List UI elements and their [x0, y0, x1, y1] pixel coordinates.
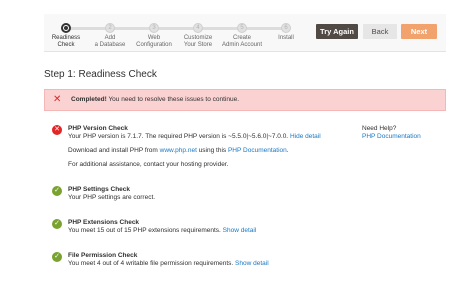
banner-message: Completed! You need to resolve these iss…: [71, 96, 240, 103]
show-detail-link[interactable]: Show detail: [235, 260, 269, 267]
check-download-line: Download and install PHP from www.php.ne…: [68, 147, 289, 154]
php-documentation-link[interactable]: PHP Documentation: [228, 147, 287, 154]
step-dot-icon: 2: [105, 23, 115, 33]
php-net-link[interactable]: www.php.net: [160, 147, 197, 154]
page-title: Step 1: Readiness Check: [44, 69, 157, 80]
success-check-icon: ✓: [52, 186, 62, 196]
error-x-icon: ✕: [53, 94, 62, 105]
step-dot-active-icon: [61, 23, 71, 33]
help-php-documentation-link[interactable]: PHP Documentation: [362, 133, 421, 141]
check-detail: Your PHP settings are correct.: [68, 194, 156, 201]
step-dot-icon: 4: [193, 23, 203, 33]
check-title: PHP Extensions Check: [68, 219, 140, 226]
success-check-icon: ✓: [52, 252, 62, 262]
error-x-icon: ✕: [52, 125, 62, 135]
back-button[interactable]: Back: [363, 24, 397, 39]
try-again-button[interactable]: Try Again: [316, 24, 358, 39]
error-banner: ✕ Completed! You need to resolve these i…: [44, 89, 446, 111]
help-title: Need Help?: [362, 125, 397, 132]
check-detail: You meet 15 out of 15 PHP extensions req…: [68, 227, 257, 234]
step-dot-icon: 6: [281, 23, 291, 33]
step-dot-icon: 5: [237, 23, 247, 33]
step-label: Install: [278, 35, 294, 41]
hide-detail-link[interactable]: Hide detail: [290, 133, 321, 140]
step-dot-icon: 3: [149, 23, 159, 33]
check-title: PHP Settings Check: [68, 186, 131, 193]
check-detail: Your PHP version is 7.1.7. The required …: [68, 133, 321, 140]
success-check-icon: ✓: [52, 219, 62, 229]
next-button[interactable]: Next: [401, 24, 437, 39]
need-help-panel: Need Help? PHP Documentation: [362, 125, 421, 141]
check-assistance-line: For additional assistance, contact your …: [68, 161, 229, 168]
check-detail: You meet 4 out of 4 writable file permis…: [68, 260, 269, 267]
step-install[interactable]: 6 Install: [256, 23, 316, 42]
show-detail-link[interactable]: Show detail: [223, 227, 257, 234]
check-title: File Permission Check: [68, 252, 138, 259]
check-title: PHP Version Check: [68, 125, 128, 132]
